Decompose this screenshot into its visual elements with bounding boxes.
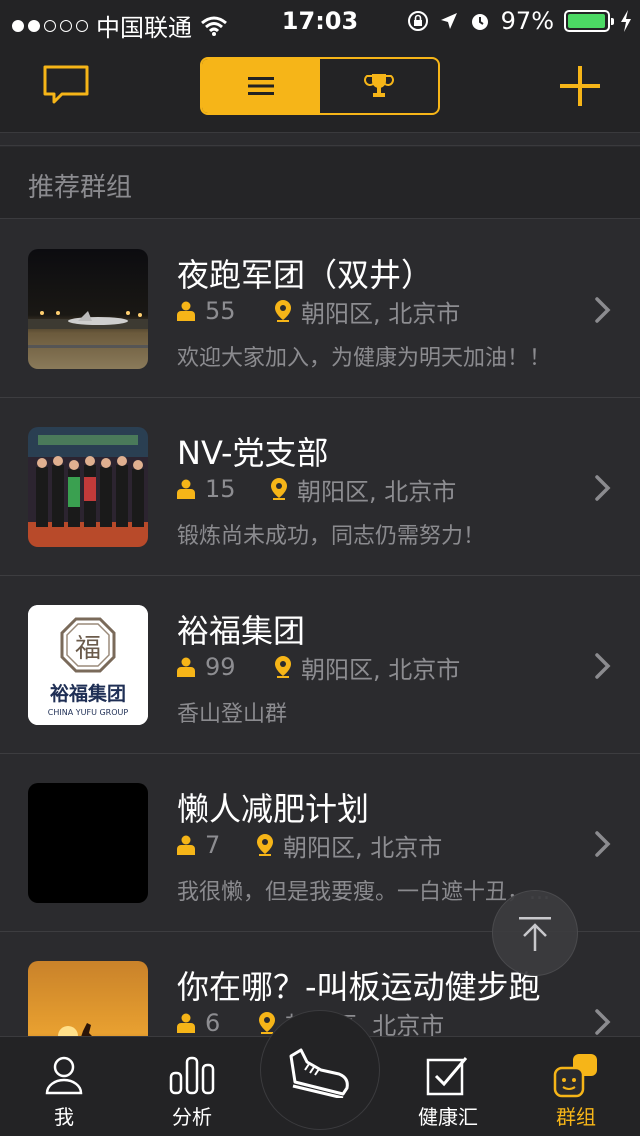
group-avatar-night-runway <box>28 249 148 369</box>
person-count-icon <box>177 657 195 677</box>
person-icon <box>45 1056 83 1095</box>
message-icon[interactable] <box>42 64 90 106</box>
section-header: 推荐群组 <box>0 147 640 219</box>
member-count: 15 <box>205 475 236 503</box>
group-location: 朝阳区, 北京市 <box>301 655 461 684</box>
logo-en-text: CHINA YUFU GROUP <box>48 708 129 717</box>
logo-cn-text: 裕福集团 <box>50 682 126 705</box>
add-icon[interactable] <box>558 64 602 108</box>
group-list: 夜跑军团（双井） 55 朝阳区, 北京市 欢迎大家加入，为健康为明天加油！！ N… <box>0 220 640 1110</box>
tab-label: 健康汇 <box>418 1105 478 1129</box>
bar-chart-icon <box>169 1056 215 1095</box>
top-nav-bar <box>0 42 640 132</box>
person-count-icon <box>177 1013 195 1033</box>
member-count: 99 <box>205 653 236 681</box>
chevron-right-icon <box>595 831 611 857</box>
view-segmented-control <box>200 57 440 115</box>
group-meta: 15 朝阳区, 北京市 <box>177 474 457 506</box>
chevron-right-icon <box>595 475 611 501</box>
group-location: 朝阳区, 北京市 <box>297 477 457 506</box>
running-shoe-icon <box>289 1048 349 1098</box>
group-avatar-black <box>28 783 148 903</box>
group-name: 懒人减肥计划 <box>177 790 370 828</box>
location-pin-icon <box>275 300 291 322</box>
tab-analysis[interactable]: 分析 <box>128 1037 256 1136</box>
logo-character: 福 <box>75 634 101 664</box>
tab-me[interactable]: 我 <box>0 1037 128 1136</box>
chevron-right-icon <box>595 653 611 679</box>
scroll-to-top-button[interactable] <box>492 890 578 976</box>
group-meta: 55 朝阳区, 北京市 <box>177 296 461 328</box>
group-meta: 99 朝阳区, 北京市 <box>177 652 461 684</box>
checkbox-icon <box>426 1057 468 1096</box>
list-icon <box>248 77 274 95</box>
group-description: 欢迎大家加入，为健康为明天加油！！ <box>177 346 552 371</box>
group-name: NV-党支部 <box>177 434 329 472</box>
member-count: 7 <box>205 831 221 859</box>
tab-label: 我 <box>54 1105 74 1129</box>
group-faces-icon <box>553 1054 597 1098</box>
group-name: 裕福集团 <box>177 612 306 650</box>
segment-ranking[interactable] <box>320 59 438 113</box>
person-count-icon <box>177 301 195 321</box>
group-avatar-yufu-logo: 福 裕福集团 CHINA YUFU GROUP <box>28 605 148 725</box>
charging-bolt-icon <box>621 10 631 32</box>
group-row[interactable]: 福 裕福集团 CHINA YUFU GROUP 裕福集团 99 朝阳区, 北京市… <box>0 576 640 754</box>
arrow-up-to-top-icon <box>519 917 551 951</box>
member-count: 6 <box>205 1009 221 1037</box>
chevron-right-icon <box>595 1009 611 1035</box>
trophy-icon <box>364 74 394 97</box>
group-description: 锻炼尚未成功，同志仍需努力！ <box>177 524 486 549</box>
battery-icon <box>564 10 614 32</box>
status-bar: 中国联通 17:03 97% <box>0 0 640 42</box>
person-count-icon <box>177 479 195 499</box>
group-name: 夜跑军团（双井） <box>177 256 434 294</box>
group-row[interactable]: NV-党支部 15 朝阳区, 北京市 锻炼尚未成功，同志仍需努力！ <box>0 398 640 576</box>
group-name: 你在哪？-叫板运动健步跑 <box>177 968 541 1006</box>
segment-list[interactable] <box>202 59 320 113</box>
chevron-right-icon <box>595 297 611 323</box>
location-pin-icon <box>275 656 291 678</box>
tab-label: 群组 <box>556 1105 596 1129</box>
group-meta: 7 朝阳区, 北京市 <box>177 830 443 862</box>
group-location: 朝阳区, 北京市 <box>283 833 443 862</box>
location-pin-icon <box>271 478 287 500</box>
tab-groups[interactable]: 群组 <box>512 1037 640 1136</box>
start-run-button[interactable] <box>260 1010 380 1130</box>
tab-health-hub[interactable]: 健康汇 <box>384 1037 512 1136</box>
rotation-lock-icon <box>407 11 428 31</box>
group-row[interactable]: 夜跑军团（双井） 55 朝阳区, 北京市 欢迎大家加入，为健康为明天加油！！ <box>0 220 640 398</box>
app-root: { "status_bar": { "carrier": "中国联通", "ti… <box>0 0 640 1136</box>
person-count-icon <box>177 835 195 855</box>
group-description: 香山登山群 <box>177 702 288 727</box>
group-location: 朝阳区, 北京市 <box>301 299 461 328</box>
battery-percent: 97% <box>500 7 554 35</box>
tab-label: 分析 <box>172 1105 212 1129</box>
group-avatar-team-photo <box>28 427 148 547</box>
alarm-icon <box>471 14 488 30</box>
section-title: 推荐群组 <box>28 173 133 203</box>
member-count: 55 <box>205 297 236 325</box>
location-arrow-icon <box>440 13 457 29</box>
location-pin-icon <box>257 834 273 856</box>
location-pin-icon <box>259 1012 275 1034</box>
nav-divider <box>0 132 640 146</box>
